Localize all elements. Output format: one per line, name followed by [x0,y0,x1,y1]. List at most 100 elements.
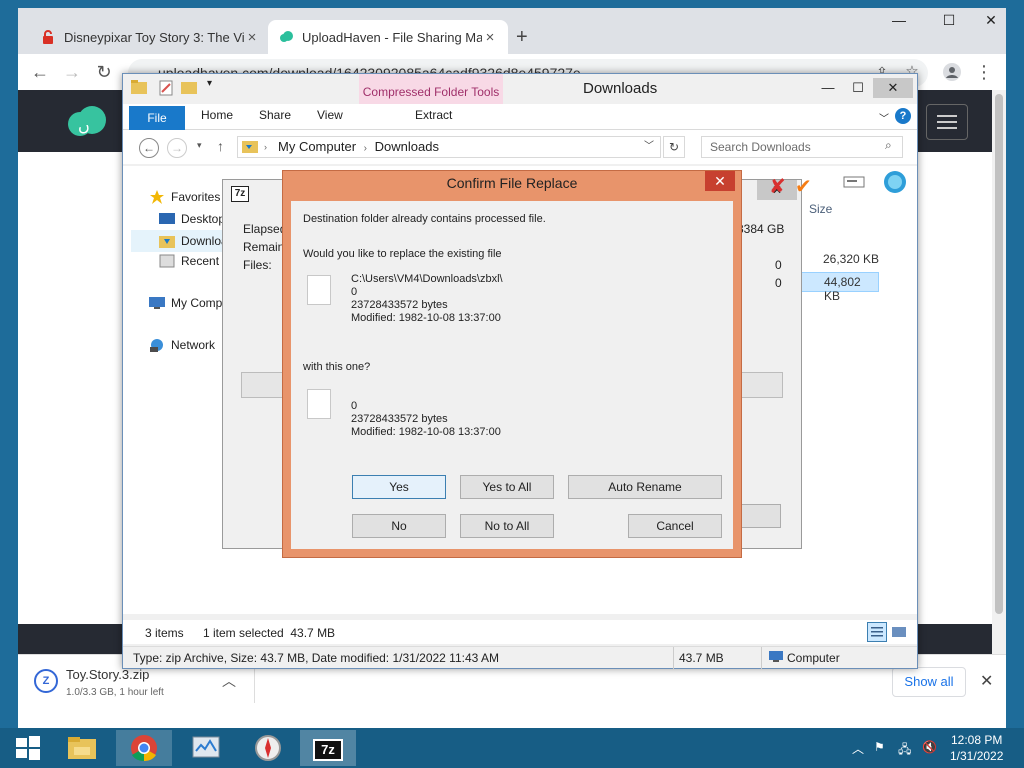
refresh-icon[interactable]: ↻ [663,136,685,158]
nav-favorites[interactable]: Favorites [149,190,220,204]
globe-icon [883,170,907,197]
up-arrow-icon[interactable]: ↑ [217,138,224,154]
uploadhaven-logo-icon[interactable]: ں [64,104,110,140]
tab-file[interactable]: File [129,106,185,130]
checkmark-icon: ✔ [795,176,812,198]
close-button[interactable]: ✕ [705,171,735,191]
confirm-file-replace-dialog: Confirm File Replace ✕ Destination folde… [282,170,742,558]
reload-icon[interactable]: ↻ [92,60,116,84]
downloads-folder-icon [159,234,175,248]
file-icon [307,389,331,419]
search-input[interactable]: Search Downloads [701,136,903,158]
nav-network[interactable]: Network [149,338,215,352]
network-icon [149,338,165,352]
nav-downloads[interactable]: Downloads [131,230,225,252]
star-icon [149,190,165,204]
nav-desktop[interactable]: Desktop [159,212,229,226]
task-manager-icon[interactable] [178,730,234,766]
forward-icon[interactable]: → [167,138,187,158]
tab-extract[interactable]: Extract [415,108,452,122]
profile-icon[interactable] [940,60,964,84]
tab-strip: Disneypixar Toy Story 3: The Video Game … [18,8,1006,54]
lock-red-icon [40,29,56,45]
flag-alert-icon[interactable]: ⚑ [874,740,885,754]
explorer-title: Downloads [583,80,658,97]
properties-icon[interactable] [159,80,173,99]
dialog-title: Confirm File Replace [446,175,578,191]
minimize-button[interactable]: — [813,78,843,98]
tab-view[interactable]: View [317,108,343,122]
tab-close-icon[interactable]: × [244,29,260,46]
details-bar: Type: zip Archive, Size: 43.7 MB, Date m… [123,646,917,669]
auto-rename-button[interactable]: Auto Rename [568,475,722,499]
back-icon[interactable]: ← [139,138,159,158]
network-alert-icon[interactable]: 🖧 [898,740,911,761]
breadcrumb-my-computer[interactable]: My Computer [278,139,356,154]
new-folder-icon[interactable] [181,80,197,97]
value-zero: 0 [775,276,782,290]
tray-chevron-up-icon[interactable]: ︿ [852,740,864,757]
svg-text:ں: ں [78,116,90,135]
minimize-button[interactable]: — [884,12,914,34]
tab-uploadhaven[interactable]: UploadHaven - File Sharing Made Simple × [268,20,508,54]
status-bar: 3 items 1 item selected 43.7 MB [123,620,917,644]
new-name: 0 [351,400,358,412]
sevenzip-taskbar-icon[interactable]: 7z [300,730,356,766]
message-line: Would you like to replace the existing f… [303,248,502,260]
nav-recent-places[interactable]: Recent places [159,254,225,268]
large-icons-view-icon[interactable] [891,624,907,643]
maximize-button[interactable]: ☐ [934,12,964,34]
volume-muted-icon[interactable]: 🔇 [922,740,937,754]
forward-icon[interactable]: → [60,60,84,84]
message-line: with this one? [303,361,371,373]
address-bar[interactable]: › My Computer › Downloads ﹀ [237,136,661,158]
close-button[interactable]: ✕ [873,78,913,98]
show-all-button[interactable]: Show all [892,667,966,697]
help-icon[interactable]: ? [895,108,911,124]
rename-icon [843,174,865,193]
close-button[interactable]: ✕ [976,12,1006,34]
existing-name: 0 [351,286,358,298]
divider [254,663,255,703]
system-clock[interactable]: 12:08 PM 1/31/2022 [950,732,1003,764]
file-details: Type: zip Archive, Size: 43.7 MB, Date m… [133,651,499,665]
maximize-button[interactable]: ☐ [843,78,873,98]
no-button[interactable]: No [352,514,446,538]
start-windows-icon[interactable] [0,730,56,766]
download-file-name[interactable]: Toy.Story.3.zip [66,667,149,682]
yes-button[interactable]: Yes [352,475,446,499]
tab-close-icon[interactable]: × [482,29,498,46]
compass-icon[interactable] [240,730,296,766]
chevron-down-icon[interactable]: ﹀ [879,110,889,125]
tab-home[interactable]: Home [201,108,233,122]
download-bar-close-icon[interactable]: ✕ [980,671,993,691]
file-explorer-icon[interactable] [54,730,110,766]
clock-time: 12:08 PM [951,733,1003,747]
hamburger-menu-icon[interactable] [926,104,968,140]
breadcrumb-downloads[interactable]: Downloads [375,139,439,154]
chevron-up-icon[interactable]: ︿ [222,671,236,691]
recent-locations-icon[interactable]: ▾ [197,140,202,151]
download-status: 1.0/3.3 GB, 1 hour left [66,687,164,698]
page-scrollbar[interactable] [992,90,1006,654]
cloud-logo-icon [278,29,294,45]
existing-bytes: 23728433572 bytes [351,299,448,311]
back-icon[interactable]: ← [28,60,52,84]
yes-to-all-button[interactable]: Yes to All [460,475,554,499]
tab-share[interactable]: Share [259,108,291,122]
file-size-cell-selected[interactable]: 44,802 KB [797,272,879,303]
nav-my-computer[interactable]: My Computer [149,296,225,310]
search-icon[interactable]: ⌕ [885,138,892,153]
no-to-all-button[interactable]: No to All [460,514,554,538]
value-zero: 0 [775,258,782,272]
tab-title: UploadHaven - File Sharing Made Simple [302,29,482,45]
menu-kebab-icon[interactable]: ⋮ [972,60,996,84]
tab-toy-story[interactable]: Disneypixar Toy Story 3: The Video Game … [30,20,270,54]
details-view-icon[interactable] [867,622,887,642]
address-dropdown-icon[interactable]: ﹀ [644,137,654,157]
cancel-button[interactable]: Cancel [628,514,722,538]
column-header-size[interactable]: Size [809,202,832,216]
quick-access-dropdown-icon[interactable]: ▾ [207,78,212,89]
chrome-icon[interactable] [116,730,172,766]
new-tab-button[interactable]: + [516,26,528,49]
